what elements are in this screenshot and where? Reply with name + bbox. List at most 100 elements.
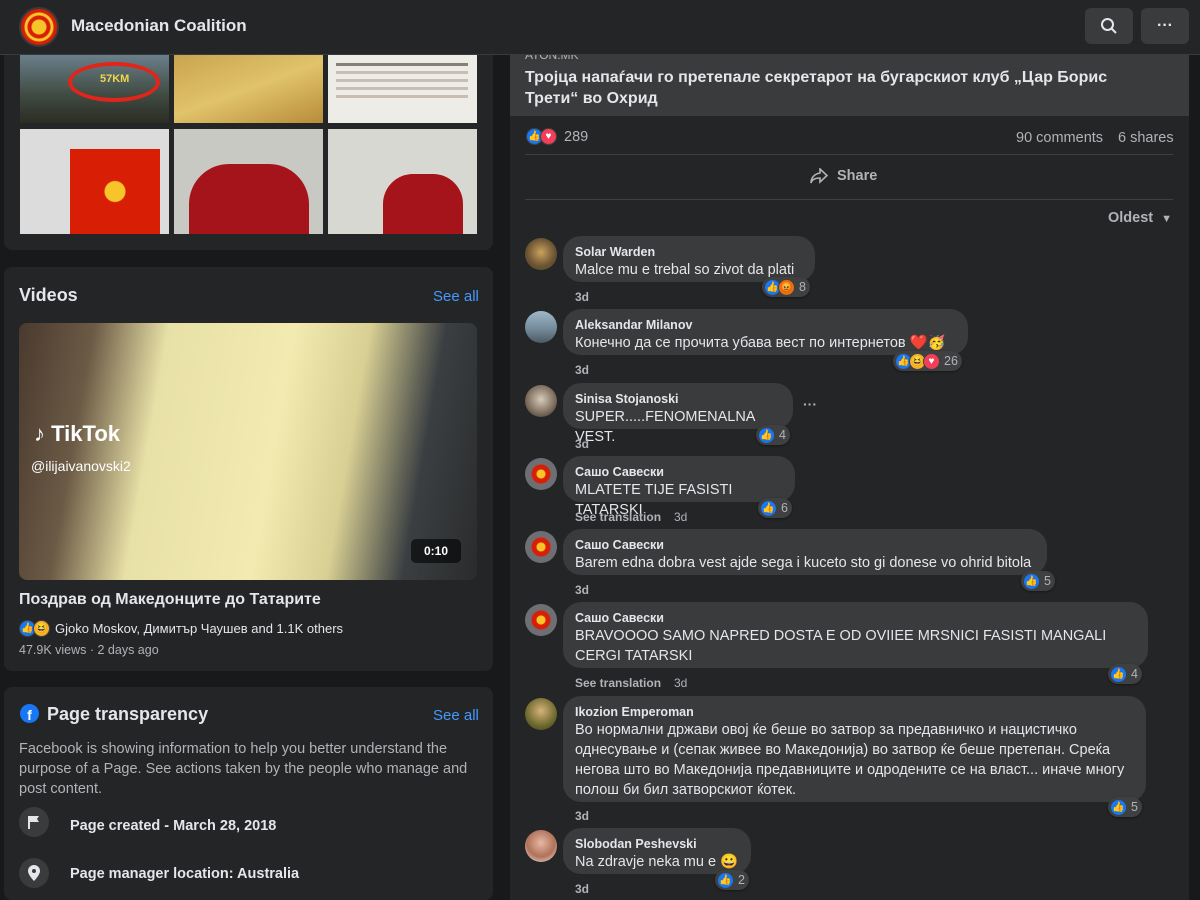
comment-time[interactable]: 3d <box>575 809 589 823</box>
comment-time[interactable]: 3d <box>575 583 589 597</box>
see-translation-link[interactable]: See translation <box>575 510 661 524</box>
comment-bubble: Aleksandar Milanov Конечно да се прочита… <box>563 309 968 355</box>
comment-time[interactable]: 3d <box>575 882 589 896</box>
comment-author[interactable]: Solar Warden <box>575 244 803 260</box>
comment-reactions[interactable]: 👍 😆 ♥ 26 <box>893 351 962 371</box>
like-icon: 👍 <box>1023 572 1040 590</box>
page-avatar[interactable] <box>19 7 59 47</box>
share-icon <box>810 168 828 184</box>
transparency-see-all-link[interactable]: See all <box>433 707 479 724</box>
like-icon: 👍 <box>1110 798 1127 816</box>
comment: Сашо Савески MLATETE TIJE FASISTI TATARS… <box>525 456 1175 526</box>
comment-author[interactable]: Aleksandar Milanov <box>575 317 956 333</box>
more-icon: ··· <box>1157 17 1173 34</box>
more-options-button[interactable]: ··· <box>1141 8 1189 44</box>
see-translation-link[interactable]: See translation <box>575 676 661 690</box>
photo-thumbnail[interactable] <box>174 129 323 234</box>
comment-author[interactable]: Ikozion Emperoman <box>575 704 1134 720</box>
sort-comments-dropdown[interactable]: Oldest ▼ <box>1108 210 1172 226</box>
videos-title: Videos <box>19 285 78 305</box>
comment-reactions[interactable]: 👍 4 <box>756 425 790 445</box>
post-reactions[interactable]: 👍 ♥ 289 <box>526 128 588 145</box>
top-bar: Macedonian Coalition ··· <box>0 0 1200 55</box>
comment-text: BRAVOOOO SAMO NAPRED DOSTA E OD OVIIEE M… <box>575 628 1107 664</box>
comment-bubble: Slobodan Peshevski Na zdravje neka mu e … <box>563 828 751 874</box>
photo-thumbnail[interactable]: 57KM <box>20 55 169 123</box>
photo-thumbnail[interactable] <box>328 55 477 123</box>
photo-thumbnail[interactable] <box>20 129 169 234</box>
comment: Aleksandar Milanov Конечно да се прочита… <box>525 309 1175 379</box>
comment-time[interactable]: 3d <box>575 290 589 304</box>
haha-icon: 😆 <box>33 620 50 637</box>
comment-text: Конечно да се прочита убава вест по инте… <box>575 335 946 351</box>
tiktok-handle: @ilijaivanovski2 <box>31 458 131 474</box>
comment-bubble: Сашо Савески MLATETE TIJE FASISTI TATARS… <box>563 456 795 518</box>
photo-thumbnail[interactable] <box>328 129 477 234</box>
comment-author[interactable]: Сашо Савески <box>575 537 1035 553</box>
comment-time[interactable]: 3d <box>575 437 589 451</box>
chevron-down-icon: ▼ <box>1161 213 1173 225</box>
like-icon: 👍 <box>717 871 734 889</box>
comment-bubble: Сашо Савески BRAVOOOO SAMO NAPRED DOSTA … <box>563 602 1148 668</box>
comment-reactions[interactable]: 👍 2 <box>715 870 749 890</box>
reaction-count: 289 <box>564 128 589 145</box>
avatar[interactable] <box>525 531 557 563</box>
comment-time[interactable]: 3d <box>674 676 687 690</box>
comment: Sinisa Stojanoski SUPER.....FENOMENALNA … <box>525 383 1175 453</box>
tiktok-logo: ♪ TikTok <box>34 421 120 446</box>
search-icon <box>1101 18 1117 34</box>
comment-time[interactable]: 3d <box>674 510 687 524</box>
avatar[interactable] <box>525 311 557 343</box>
comment: Ikozion Emperoman Во нормални држави ово… <box>525 696 1175 824</box>
comment-time[interactable]: 3d <box>575 363 589 377</box>
love-icon: ♥ <box>540 128 557 145</box>
comment-author[interactable]: Sinisa Stojanoski <box>575 391 781 407</box>
comment-reactions[interactable]: 👍 6 <box>758 498 792 518</box>
like-icon: 👍 <box>760 499 777 517</box>
avatar[interactable] <box>525 604 557 636</box>
comment-reactions[interactable]: 👍 😡 8 <box>762 277 810 297</box>
search-button[interactable] <box>1085 8 1133 44</box>
comment-text: Во нормални држави овој ќе беше во затво… <box>575 722 1125 798</box>
divider <box>525 199 1173 200</box>
comment-reactions[interactable]: 👍 5 <box>1108 797 1142 817</box>
shares-count[interactable]: 6 shares <box>1118 130 1174 146</box>
video-reactors: Gjoko Moskov, Димитър Чаушев and 1.1K ot… <box>55 621 344 636</box>
avatar[interactable] <box>525 385 557 417</box>
comment-text: Barem edna dobra vest ajde sega i kuceto… <box>575 555 1032 571</box>
comment-bubble: Ikozion Emperoman Во нормални држави ово… <box>563 696 1146 802</box>
videos-see-all-link[interactable]: See all <box>433 288 479 305</box>
comment-bubble: Сашо Савески Barem edna dobra vest ajde … <box>563 529 1047 575</box>
comment-author[interactable]: Slobodan Peshevski <box>575 836 739 852</box>
avatar[interactable] <box>525 698 557 730</box>
comment: Сашо Савески Barem edna dobra vest ajde … <box>525 529 1175 599</box>
avatar[interactable] <box>525 238 557 270</box>
avatar[interactable] <box>525 830 557 862</box>
avatar[interactable] <box>525 458 557 490</box>
videos-card: Videos See all ♪ TikTok @ilijaivanovski2… <box>4 267 493 671</box>
location-pin-icon <box>19 858 49 888</box>
photos-card: 57KM <box>4 40 493 250</box>
video-title[interactable]: Поздрав од Македонците до Татарите <box>19 591 321 609</box>
comment-bubble: Sinisa Stojanoski SUPER.....FENOMENALNA … <box>563 383 793 445</box>
comment-author[interactable]: Сашо Савески <box>575 610 1136 626</box>
photo-thumbnail[interactable] <box>174 55 323 123</box>
comment: Solar Warden Malce mu e trebal so zivot … <box>525 236 1175 306</box>
sign-text: 57KM <box>100 73 130 85</box>
comments-count[interactable]: 90 comments <box>1016 130 1103 146</box>
share-button[interactable]: Share <box>810 168 877 184</box>
comment-reactions[interactable]: 👍 4 <box>1108 664 1142 684</box>
video-reactions[interactable]: 👍 😆 Gjoko Moskov, Димитър Чаушев and 1.1… <box>19 620 343 637</box>
divider <box>525 154 1173 155</box>
page-manager-location: Page manager location: Australia <box>70 866 300 882</box>
comment: Slobodan Peshevski Na zdravje neka mu e … <box>525 828 1175 898</box>
comment-reactions[interactable]: 👍 5 <box>1021 571 1055 591</box>
comment: Сашо Савески BRAVOOOO SAMO NAPRED DOSTA … <box>525 602 1175 692</box>
comment-text: SUPER.....FENOMENALNA VEST. <box>575 409 755 445</box>
comment-author[interactable]: Сашо Савески <box>575 464 783 480</box>
link-preview[interactable]: ATON.MK Тројца напаѓачи го претепале сек… <box>510 48 1189 116</box>
video-thumbnail[interactable]: ♪ TikTok @ilijaivanovski2 0:10 <box>19 323 477 580</box>
transparency-description: Facebook is showing information to help … <box>19 741 468 797</box>
page-title[interactable]: Macedonian Coalition <box>71 16 247 36</box>
comment-more-options-icon[interactable]: ··· <box>803 396 817 412</box>
